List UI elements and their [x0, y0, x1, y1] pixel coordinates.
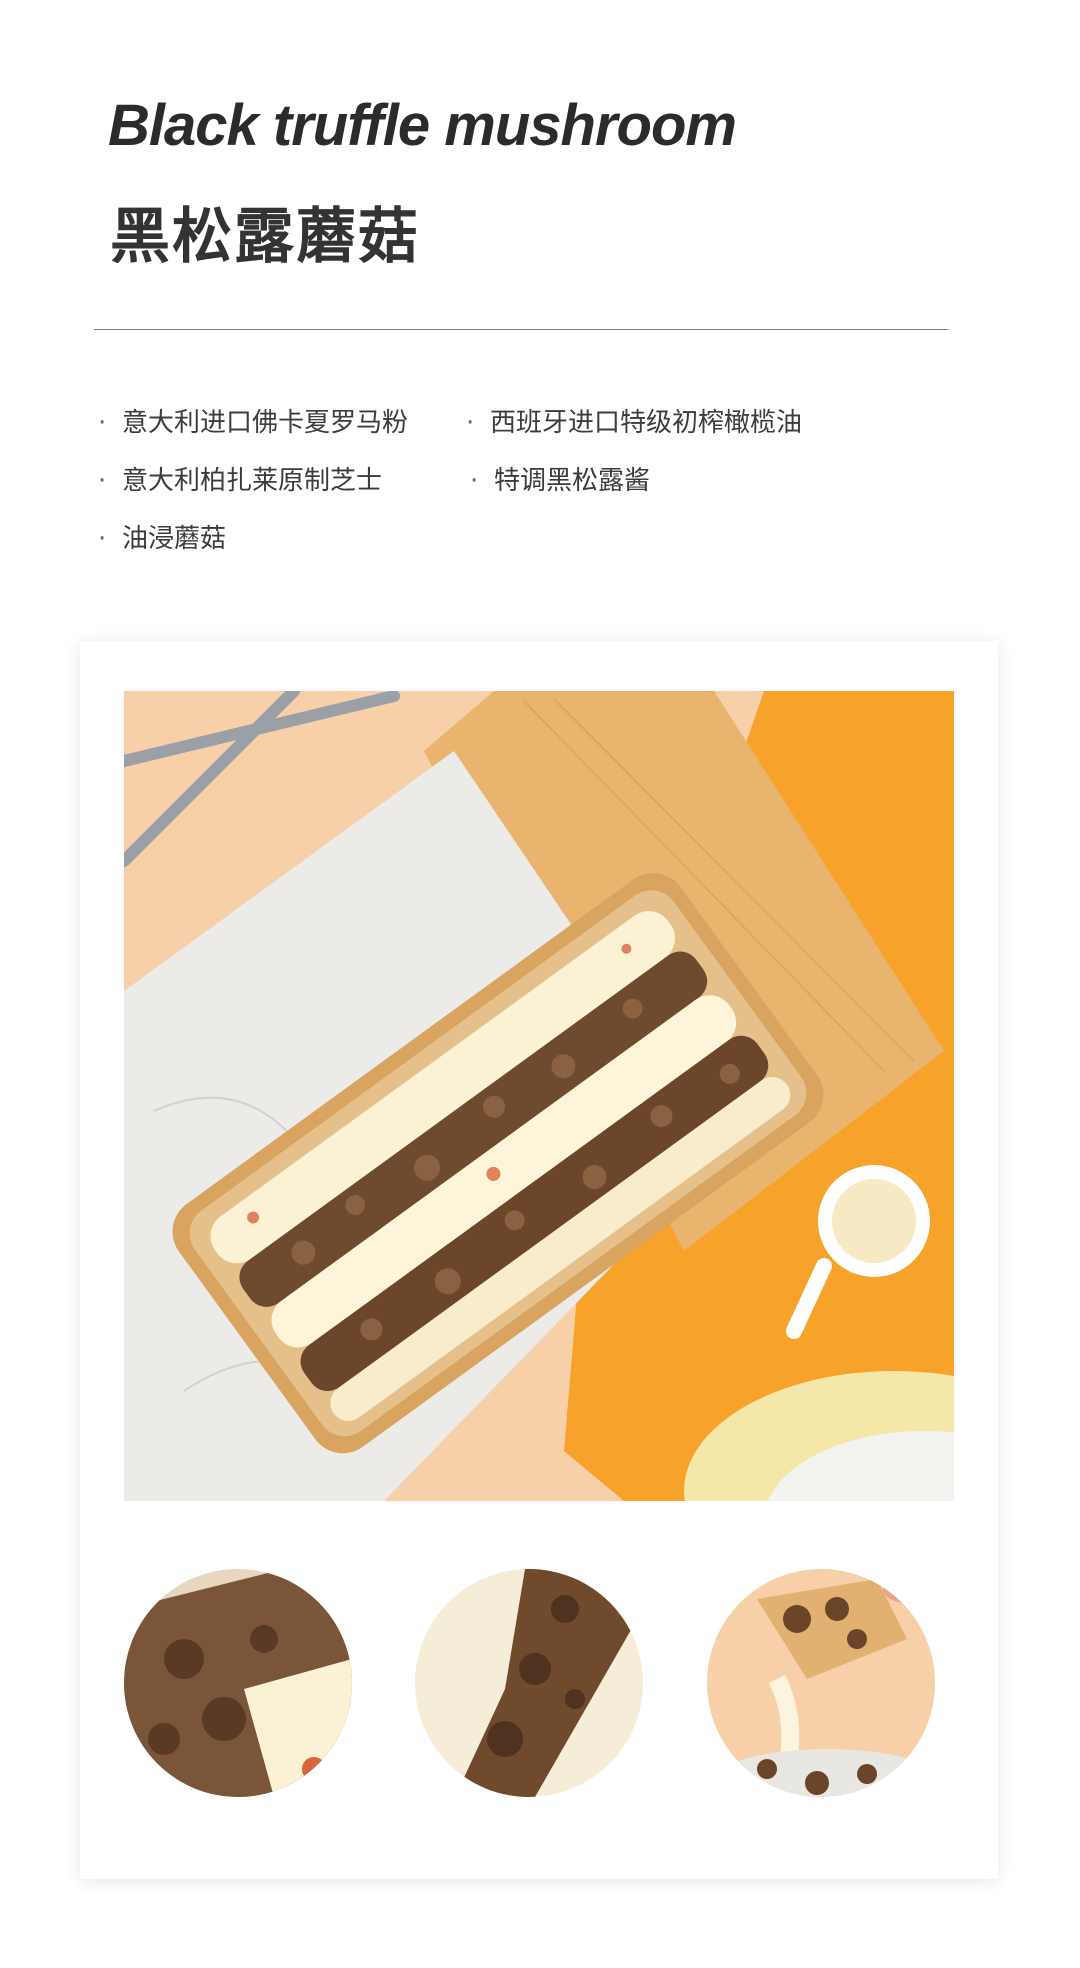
- pizza-illustration: [124, 691, 954, 1501]
- ingredient-label: 西班牙进口特级初榨橄榄油: [490, 408, 803, 438]
- ingredient-list: · 意大利进口佛卡夏罗马粉 · 西班牙进口特级初榨橄榄油 · 意大利柏扎莱原制芝士 ·…: [98, 402, 898, 592]
- ingredient-item: · 意大利柏扎莱原制芝士: [98, 460, 382, 497]
- photo-card: [80, 641, 998, 1879]
- bullet: ·: [470, 466, 479, 496]
- ingredient-label: 特调黑松露酱: [494, 466, 651, 496]
- ingredient-label: 意大利进口佛卡夏罗马粉: [122, 408, 409, 438]
- detail-thumb-cheese: [415, 1569, 643, 1797]
- bullet: ·: [98, 408, 107, 438]
- detail-thumb-slice: [707, 1569, 935, 1797]
- divider: [94, 329, 948, 330]
- ingredient-label: 油浸蘑菇: [122, 524, 227, 554]
- bullet: ·: [98, 524, 107, 554]
- ingredient-item: · 意大利进口佛卡夏罗马粉: [98, 402, 408, 439]
- bullet: ·: [466, 408, 475, 438]
- page-title-en: Black truffle mushroom: [108, 93, 737, 158]
- ingredient-label: 意大利柏扎莱原制芝士: [122, 466, 383, 496]
- bullet: ·: [98, 466, 107, 496]
- ingredient-item: · 西班牙进口特级初榨橄榄油: [466, 402, 802, 439]
- ingredient-item: · 特调黑松露酱: [470, 460, 650, 497]
- page-title-zh: 黑松露蘑菇: [110, 202, 420, 272]
- detail-thumb-mushroom: [124, 1569, 352, 1797]
- pizza-photo: [124, 691, 954, 1501]
- ingredient-item: · 油浸蘑菇: [98, 518, 226, 555]
